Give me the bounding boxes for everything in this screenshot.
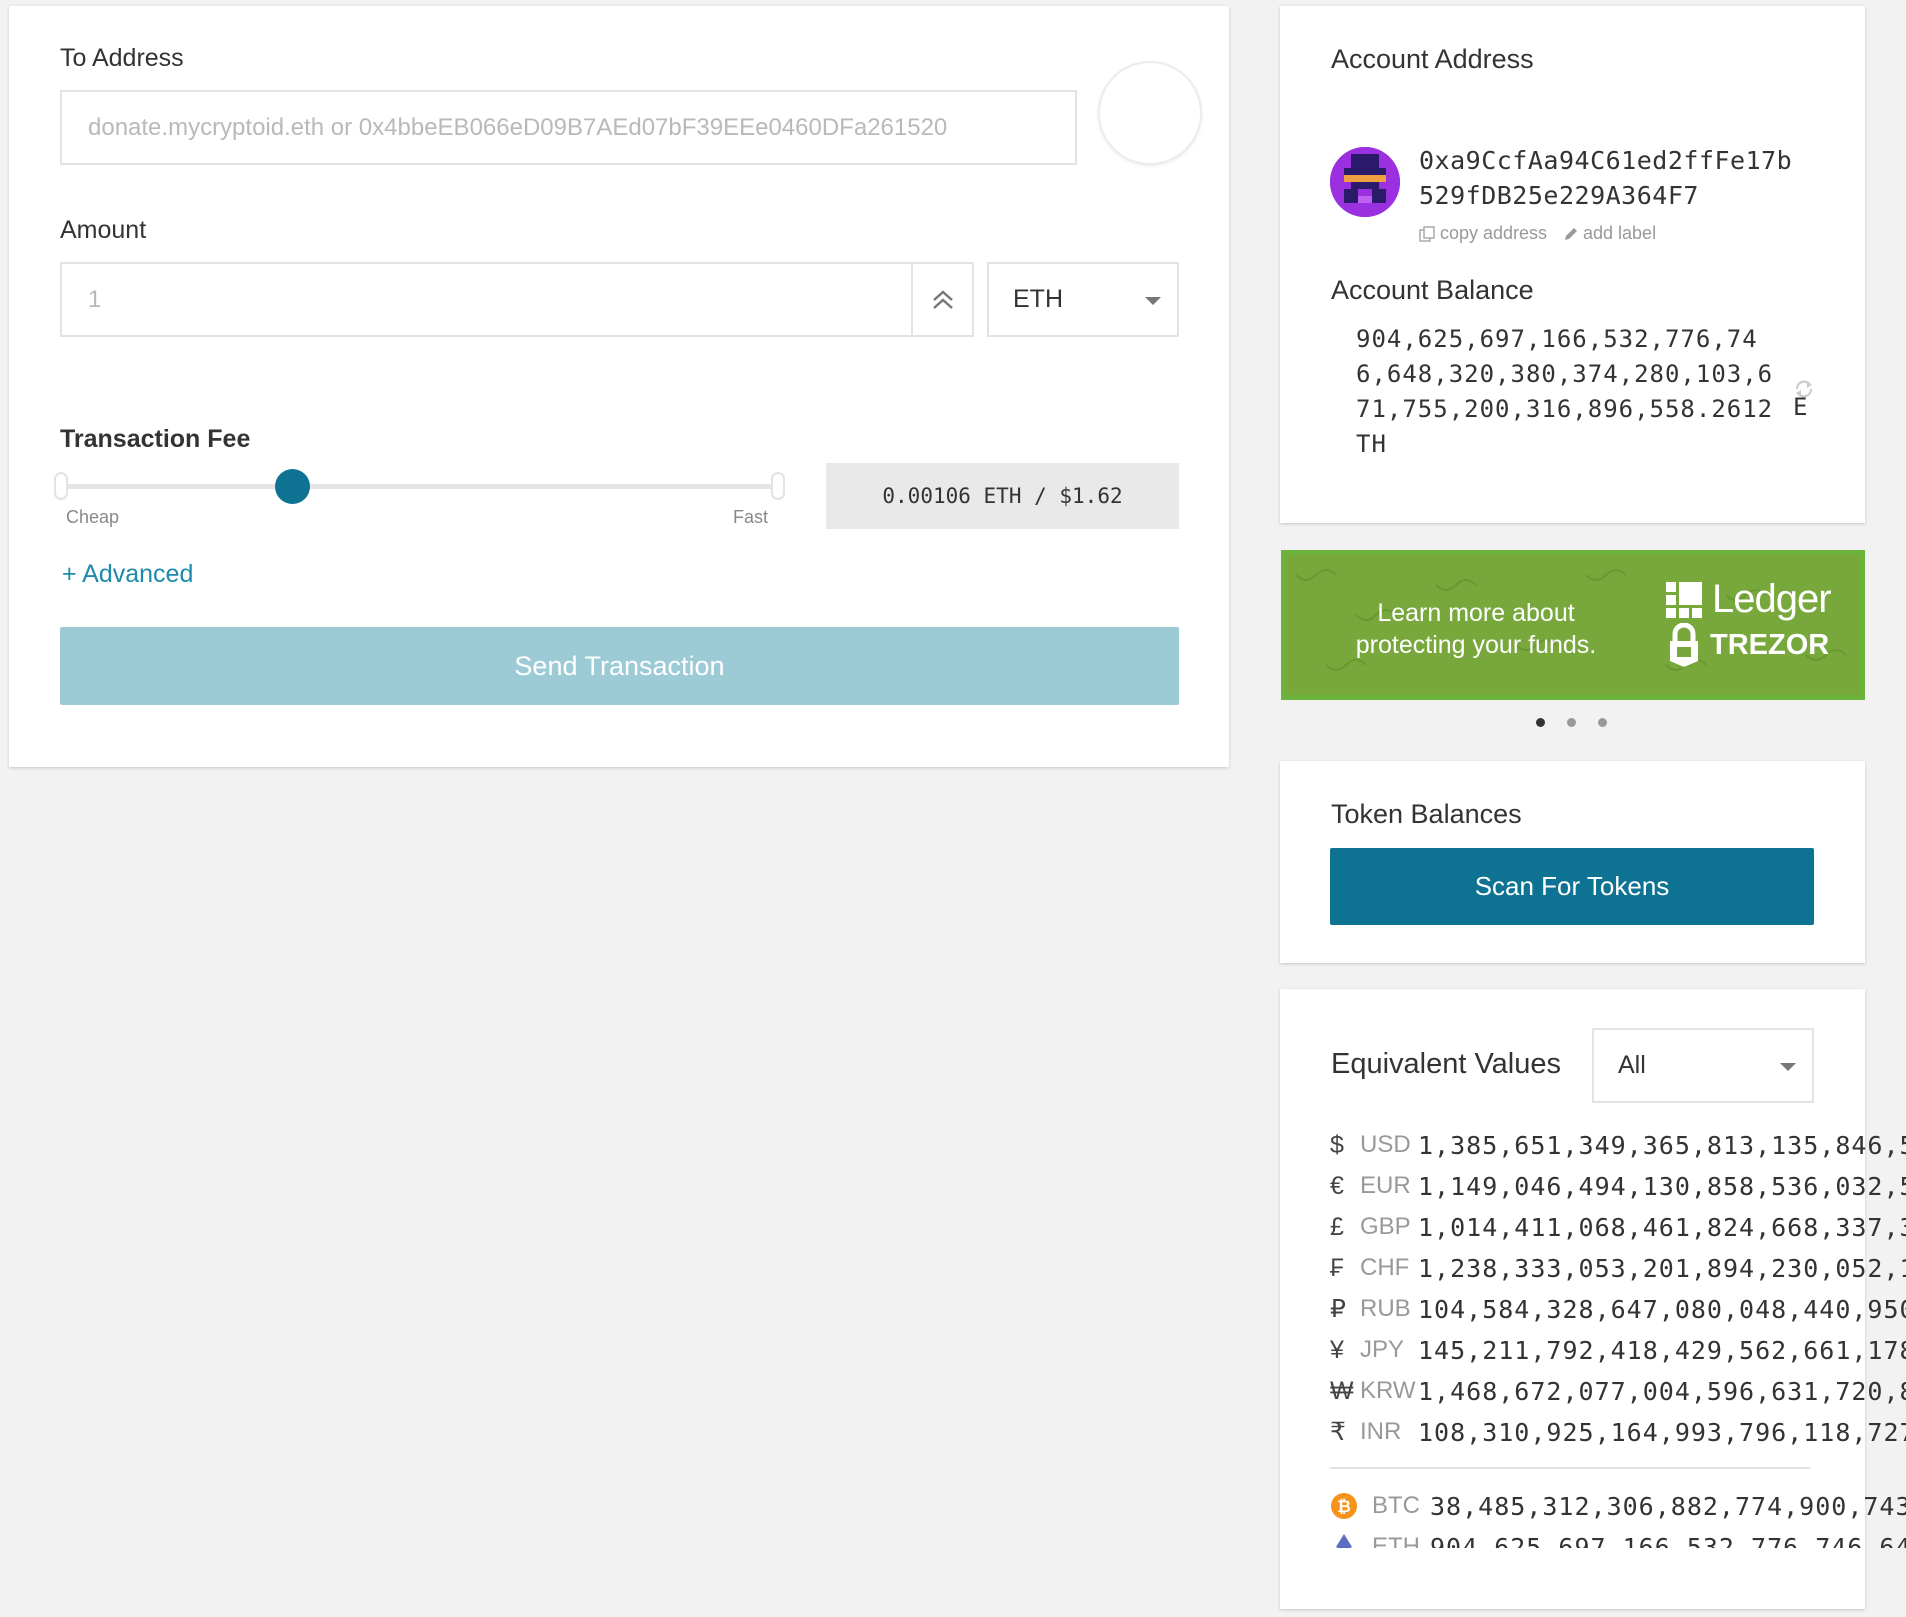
promo-text-line1: Learn more about [1377,599,1575,627]
trezor-logo: TREZOR [1668,623,1829,667]
account-address-line2: 529fDB25e229A364F7 [1419,181,1699,210]
amount-input[interactable]: 1 [60,262,974,337]
equivalent-values-title: Equivalent Values [1331,1048,1562,1080]
account-balance-value: 904,625,697,166,532,776,74 6,648,320,380… [1356,322,1773,462]
promo-banner[interactable]: Learn more about protecting your funds. … [1281,550,1865,700]
fee-slider-end-handle [771,472,785,500]
add-label-button[interactable]: add label [1563,223,1656,244]
token-balances-title: Token Balances [1331,799,1522,829]
carousel-dot-3[interactable] [1598,718,1607,727]
fee-slider-start-handle [54,472,68,500]
trezor-wordmark: TREZOR [1710,628,1830,661]
account-balance-title: Account Balance [1331,275,1534,305]
page: { "send_form": { "to_address_label": "To… [0,0,1906,1617]
send-transaction-button[interactable]: Send Transaction [60,627,1179,705]
carousel-dot-2[interactable] [1567,718,1576,727]
ledger-wordmark: Ledger [1712,577,1832,621]
balance-line-1: 904,625,697,166,532,776,74 [1356,325,1758,353]
account-address-title: Account Address [1331,44,1534,74]
send-transaction-label: Send Transaction [514,650,725,681]
unit-selected: ETH [1013,285,1063,313]
amount-placeholder: 1 [88,285,102,313]
fee-slider-track [64,484,779,489]
account-address-line1: 0xa9CcfAa94C61ed2ffFe17b [1419,146,1793,175]
equivalent-filter-dropdown[interactable]: All [1592,1028,1814,1103]
balance-line-3: 71,755,200,316,896,558.2612 [1356,395,1774,423]
fee-display-text: 0.00106 ETH / $1.62 [882,484,1123,508]
refresh-icon [1795,380,1813,398]
chevron-down-icon [1145,297,1161,305]
to-address-placeholder: donate.mycryptoid.eth or 0x4bbeEB066eD09… [88,113,948,141]
amount-label: Amount [60,216,147,244]
identicon-icon [1330,147,1400,217]
scan-for-tokens-label: Scan For Tokens [1474,871,1670,901]
address-identicon-placeholder [1098,61,1202,165]
pencil-icon [1565,227,1577,240]
ledger-logo: Ledger [1666,577,1832,622]
copy-address-label: copy address [1440,223,1548,243]
promo-text: Learn more about protecting your funds. [1331,597,1621,661]
copy-address-button[interactable]: copy address [1418,223,1547,244]
balance-line-2: 6,648,320,380,374,280,103,6 [1356,360,1774,388]
fee-label: Transaction Fee [60,425,251,453]
ledger-icon [1666,581,1702,618]
scan-for-tokens-button[interactable]: Scan For Tokens [1330,848,1814,925]
unit-dropdown[interactable]: ETH [987,262,1179,337]
advanced-link[interactable]: + Advanced [62,560,193,589]
balance-line-4: TH [1356,430,1387,458]
carousel-dot-1[interactable] [1536,718,1545,727]
to-address-label: To Address [60,44,184,72]
promo-text-line2: protecting your funds. [1355,631,1597,659]
add-label-label: add label [1583,223,1657,243]
send-everything-button[interactable] [913,264,972,335]
fee-fast-label: Fast [733,507,769,527]
fee-display: 0.00106 ETH / $1.62 [826,463,1179,529]
chevron-down-icon [1780,1063,1796,1071]
copy-icon [1419,225,1435,242]
fee-slider[interactable] [54,469,789,504]
fee-cheap-label: Cheap [66,507,120,527]
equivalent-filter-selected: All [1618,1051,1646,1079]
lock-icon [1670,623,1698,667]
account-avatar [1330,147,1400,217]
refresh-balance-button[interactable] [1793,378,1815,400]
fee-slider-thumb[interactable] [275,469,311,504]
double-chevron-up-icon [932,289,953,309]
to-address-input[interactable]: donate.mycryptoid.eth or 0x4bbeEB066eD09… [60,90,1077,165]
